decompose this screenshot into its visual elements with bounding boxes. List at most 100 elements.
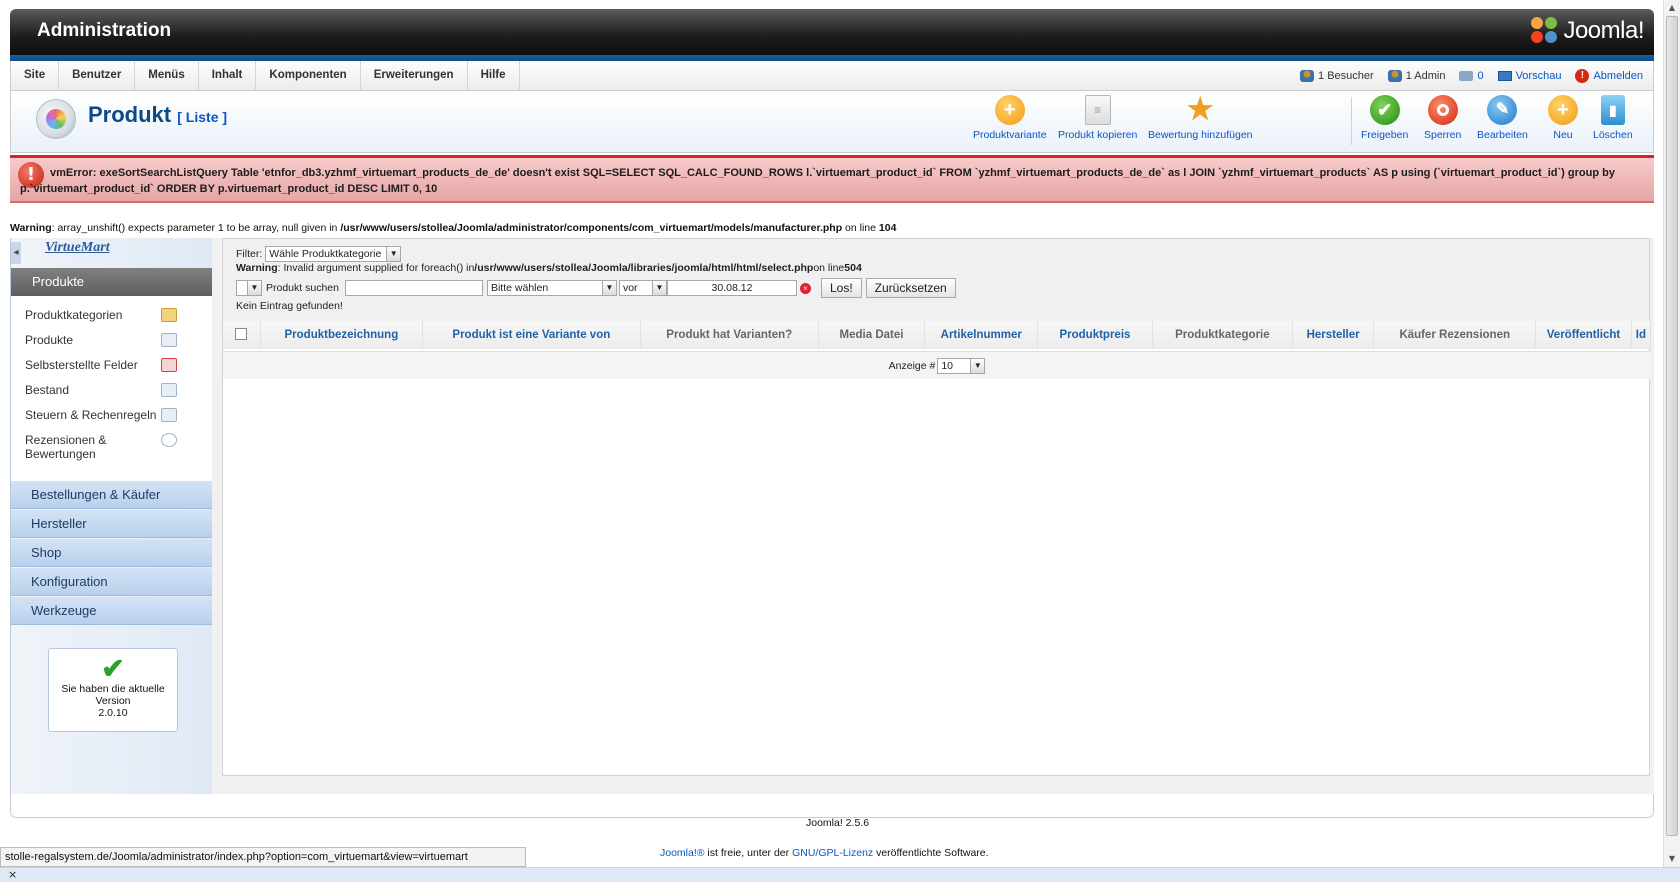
menu-content[interactable]: Inhalt [199,61,257,90]
joomla-link[interactable]: Joomla!® [660,847,705,859]
column-product-name[interactable]: Produktbezeichnung [260,321,423,349]
folder-icon [161,308,177,322]
column-sku[interactable]: Artikelnummer [924,321,1039,349]
sidebar-item-categories[interactable]: Produktkategorien [11,308,122,322]
sidebar-item-taxes[interactable]: Steuern & Rechenregeln [11,408,156,422]
unpublish-label: Sperren [1424,129,1462,141]
visitors-status: 1 Besucher [1300,69,1374,82]
column-price[interactable]: Produktpreis [1037,321,1153,349]
menu-menus[interactable]: Menüs [135,61,199,90]
period-select[interactable]: vor ▼ [618,280,667,296]
preview-link[interactable]: Vorschau [1497,69,1562,82]
sidebar-section-configuration[interactable]: Konfiguration [11,568,213,596]
sidebar-item-custom-fields[interactable]: Selbsterstellte Felder [11,358,138,372]
sidebar-item-label: Bestand [25,383,70,397]
toolbar-separator [1351,97,1352,145]
select-all-checkbox[interactable] [235,327,248,340]
joomla-logo[interactable]: Joomla! [1531,17,1644,45]
reset-button[interactable]: Zurücksetzen [865,278,956,298]
doc-icon [161,358,177,372]
new-button[interactable]: + Neu [1548,95,1578,141]
product-variant-label: Produktvariante [973,129,1047,141]
scroll-down-icon[interactable]: ▼ [1664,851,1680,866]
edit-button[interactable]: ✎ Bearbeiten [1477,95,1528,141]
admins-count: 1 Admin [1405,69,1446,82]
search-field-select[interactable]: ▼ [236,280,262,296]
page-scrollbar[interactable]: ▲ ▼ [1663,0,1680,867]
sidebar-item-label: Produkte [25,333,74,347]
product-variant-button[interactable]: + Produktvariante [973,95,1047,141]
sidebar-item-reviews[interactable]: Rezensionen & Bewertungen [11,433,161,461]
clear-date-icon[interactable]: × [799,282,811,294]
column-variant-of[interactable]: Produkt ist eine Variante von [422,321,641,349]
filter-label: Filter: [236,248,263,260]
go-button[interactable]: Los! [820,278,862,298]
type-select[interactable]: Bitte wählen ▼ [486,280,617,296]
star-icon: ★ [1186,93,1214,126]
category-select-value: Wähle Produktkategorie [269,248,382,260]
sidebar-item-stock[interactable]: Bestand [11,383,69,397]
column-published[interactable]: Veröffentlicht [1535,321,1632,349]
sidebar-section-tools[interactable]: Werkzeuge [11,597,213,625]
column-id[interactable]: Id [1631,321,1652,349]
delete-button[interactable]: ▮ Löschen [1593,95,1633,141]
license-suffix: veröffentlichte Software. [873,847,989,859]
menu-components[interactable]: Komponenten [256,61,361,90]
type-select-value: Bitte wählen [490,282,549,294]
scrollbar-thumb[interactable] [1666,16,1678,836]
chart-icon [161,383,177,397]
logout-icon: ! [1575,68,1590,83]
warning-text: : array_unshift() expects parameter 1 to… [51,222,341,234]
new-label: Neu [1553,129,1573,141]
add-rating-button[interactable]: ★ Bewertung hinzufügen [1148,93,1253,142]
browser-status-url: stolle-regalsystem.de/Joomla/administrat… [0,847,526,867]
menu-users[interactable]: Benutzer [59,61,136,90]
page-size-select[interactable]: 10 ▼ [937,357,986,374]
column-manufacturer[interactable]: Hersteller [1292,321,1375,349]
php-warning-1: Warning: array_unshift() expects paramet… [10,222,896,234]
preview-label: Vorschau [1515,69,1562,82]
warning-online: on line [813,262,845,274]
joomla-logo-text: Joomla! [1563,17,1644,44]
search-row: ▼ Produkt suchen Bitte wählen ▼ vor ▼ 30.0… [236,278,956,298]
virtuemart-logo[interactable]: VirtueMart [45,240,120,266]
copy-product-button[interactable]: ≡ Produkt kopieren [1058,95,1137,141]
sidebar-section-shop[interactable]: Shop [11,539,213,567]
publish-label: Freigeben [1361,129,1409,141]
warning-path: /usr/www/users/stollea/Joomla/administra… [340,222,843,234]
version-number: 2.0.10 [98,707,128,719]
publish-button[interactable]: ✔ Freigeben [1361,95,1408,141]
unpublish-button[interactable]: Sperren [1424,95,1461,141]
chevron-down-icon: ▼ [601,281,616,295]
preview-icon [1497,70,1512,81]
gpl-link[interactable]: GNU/GPL-Lizenz [792,847,873,859]
admin-title: Administration [37,20,172,41]
column-reviews: Käufer Rezensionen [1373,321,1537,349]
sidebar-section-manufacturers[interactable]: Hersteller [11,510,213,538]
menu-site[interactable]: Site [11,61,60,90]
collapse-sidebar-icon[interactable]: ◂ [11,242,21,264]
search-input[interactable] [344,280,483,296]
warning-line: 504 [844,262,862,274]
period-select-value: vor [622,282,638,294]
sidebar-section-products[interactable]: Produkte [11,268,213,296]
scroll-up-icon[interactable]: ▲ [1664,0,1680,15]
logout-link[interactable]: ! Abmelden [1575,68,1643,83]
date-input[interactable]: 30.08.12 [666,280,797,296]
table-header-row: Produktbezeichnung Produkt ist eine Vari… [223,321,1652,349]
menu-help[interactable]: Hilfe [468,61,520,90]
sidebar-section-orders[interactable]: Bestellungen & Käufer [11,481,213,509]
visitors-count: 1 Besucher [1318,69,1374,82]
messages-link[interactable]: 0 [1459,69,1484,82]
category-select[interactable]: Wähle Produktkategorie ▼ [265,246,402,262]
messages-count: 0 [1477,69,1484,82]
close-icon[interactable]: × [8,868,17,881]
warning-line: 104 [878,222,897,234]
copy-product-label: Produkt kopieren [1058,129,1138,141]
sidebar-item-products[interactable]: Produkte [11,333,73,347]
empty-message: Kein Eintrag gefunden! [236,300,343,312]
menu-extensions[interactable]: Erweiterungen [361,61,468,90]
chevron-down-icon: ▼ [651,281,666,295]
warning-label: Warning [236,262,278,274]
trash-icon: ▮ [1600,95,1625,125]
